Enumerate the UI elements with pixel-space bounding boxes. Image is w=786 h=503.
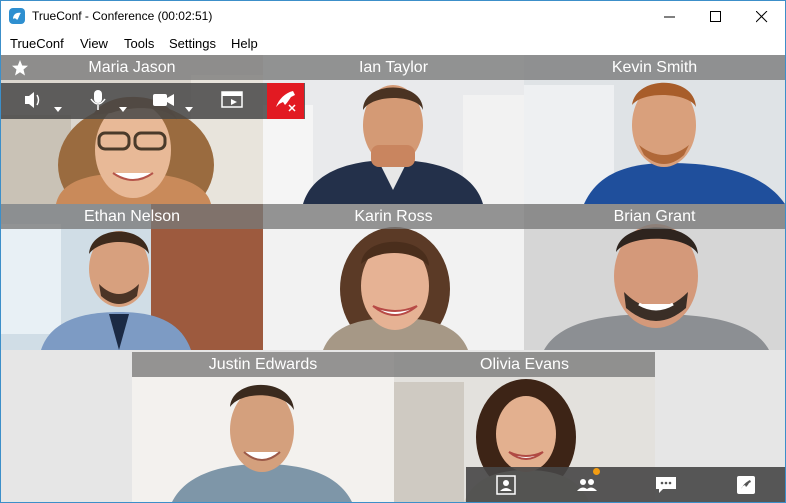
microphone-button[interactable] <box>89 83 135 119</box>
minimize-button[interactable] <box>647 1 693 32</box>
maximize-button[interactable] <box>693 1 739 32</box>
video-tile[interactable]: Ethan Nelson <box>1 204 263 350</box>
participant-name-bar: Brian Grant <box>524 204 785 229</box>
participant-name: Justin Edwards <box>208 356 318 373</box>
share-screen-button[interactable] <box>219 83 249 119</box>
trueconf-logo-icon <box>9 8 25 24</box>
camera-icon <box>153 94 193 112</box>
participant-name-bar: Karin Ross <box>263 204 524 229</box>
video-tile[interactable]: Brian Grant <box>524 204 785 350</box>
phone-icon <box>737 476 755 494</box>
participant-name-bar: Kevin Smith <box>524 55 785 80</box>
conference-stage: Maria Jason Ian Taylor Kevin Smith Ethan… <box>1 55 785 502</box>
participant-name-bar: Olivia Evans <box>394 352 655 377</box>
menu-view[interactable]: View <box>80 36 108 51</box>
hangup-icon <box>276 91 296 112</box>
hangup-button[interactable] <box>267 83 304 119</box>
call-button[interactable] <box>706 467 785 502</box>
bottom-toolbar <box>466 467 785 502</box>
video-tile[interactable]: Karin Ross <box>263 204 524 350</box>
address-book-icon <box>496 475 516 495</box>
menu-tools[interactable]: Tools <box>124 36 154 51</box>
video-tile[interactable]: Justin Edwards <box>132 352 394 502</box>
notification-dot <box>593 468 600 475</box>
screen-share-icon <box>221 91 243 108</box>
video-tile[interactable]: Maria Jason <box>1 55 263 204</box>
participants-button[interactable] <box>546 467 626 502</box>
call-toolbar <box>1 83 305 119</box>
participant-name: Ian Taylor <box>358 59 429 76</box>
title-bar[interactable]: TrueConf - Conference (00:02:51) <box>1 1 785 32</box>
participant-name-bar: Justin Edwards <box>132 352 394 377</box>
video-tile[interactable]: Ian Taylor <box>263 55 524 204</box>
participant-name: Olivia Evans <box>480 356 569 373</box>
participant-name: Ethan Nelson <box>83 208 181 225</box>
close-button[interactable] <box>739 1 785 32</box>
participant-name: Brian Grant <box>613 208 696 225</box>
participant-name-bar: Maria Jason <box>1 55 263 80</box>
chat-icon <box>656 477 676 493</box>
camera-button[interactable] <box>151 83 197 119</box>
participant-name-bar: Ian Taylor <box>263 55 524 80</box>
participants-icon <box>577 479 597 491</box>
menu-trueconf[interactable]: TrueConf <box>10 36 64 51</box>
menu-settings[interactable]: Settings <box>169 36 216 51</box>
participant-name-bar: Ethan Nelson <box>1 204 263 229</box>
participant-name: Kevin Smith <box>611 59 698 76</box>
speaker-icon <box>25 92 62 112</box>
microphone-icon <box>90 90 127 112</box>
chat-button[interactable] <box>626 467 706 502</box>
participant-name: Maria Jason <box>88 59 176 76</box>
app-window: TrueConf - Conference (00:02:51) TrueCon… <box>0 0 786 503</box>
menu-help[interactable]: Help <box>231 36 258 51</box>
speaker-button[interactable] <box>21 83 69 119</box>
participant-name: Karin Ross <box>354 208 433 225</box>
address-book-button[interactable] <box>466 467 546 502</box>
video-tile[interactable]: Kevin Smith <box>524 55 785 204</box>
window-title: TrueConf - Conference (00:02:51) <box>32 9 213 23</box>
menu-bar: TrueConf View Tools Settings Help <box>1 32 785 55</box>
star-icon[interactable] <box>11 59 29 77</box>
